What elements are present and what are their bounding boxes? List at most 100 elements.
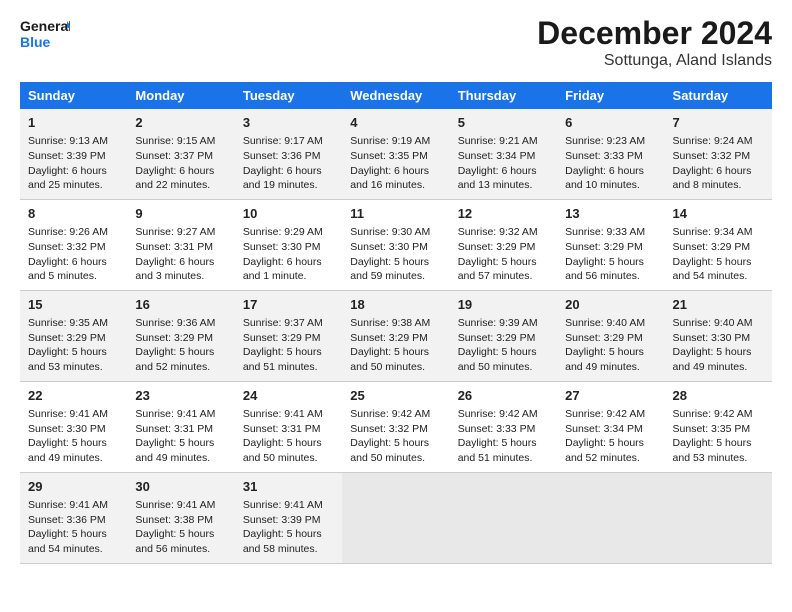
sunset-text: Sunset: 3:37 PM [135,149,226,164]
sunrise-text: Sunrise: 9:42 AM [673,407,764,422]
col-sunday: Sunday [20,82,127,109]
svg-text:General: General [20,18,70,34]
day-number: 16 [135,296,226,314]
sunrise-text: Sunrise: 9:41 AM [135,407,226,422]
page-header: General Blue December 2024 Sottunga, Ala… [20,15,772,70]
daylight-text: Daylight: 6 hours and 3 minutes. [135,255,226,284]
sunset-text: Sunset: 3:30 PM [673,331,764,346]
logo: General Blue [20,15,70,55]
daylight-text: Daylight: 5 hours and 57 minutes. [458,255,549,284]
col-thursday: Thursday [450,82,557,109]
sunrise-text: Sunrise: 9:30 AM [350,225,441,240]
daylight-text: Daylight: 5 hours and 59 minutes. [350,255,441,284]
calendar-cell: 18Sunrise: 9:38 AMSunset: 3:29 PMDayligh… [342,290,449,381]
calendar-cell: 8Sunrise: 9:26 AMSunset: 3:32 PMDaylight… [20,199,127,290]
logo-svg: General Blue [20,15,70,55]
calendar-cell: 14Sunrise: 9:34 AMSunset: 3:29 PMDayligh… [665,199,772,290]
daylight-text: Daylight: 5 hours and 50 minutes. [350,345,441,374]
col-tuesday: Tuesday [235,82,342,109]
col-friday: Friday [557,82,664,109]
sunrise-text: Sunrise: 9:23 AM [565,134,656,149]
calendar-cell [450,472,557,563]
sunrise-text: Sunrise: 9:17 AM [243,134,334,149]
sunset-text: Sunset: 3:32 PM [28,240,119,255]
daylight-text: Daylight: 5 hours and 50 minutes. [458,345,549,374]
calendar-cell: 6Sunrise: 9:23 AMSunset: 3:33 PMDaylight… [557,109,664,199]
week-row: 15Sunrise: 9:35 AMSunset: 3:29 PMDayligh… [20,290,772,381]
sunrise-text: Sunrise: 9:38 AM [350,316,441,331]
location-title: Sottunga, Aland Islands [537,52,772,70]
sunset-text: Sunset: 3:34 PM [458,149,549,164]
daylight-text: Daylight: 6 hours and 13 minutes. [458,164,549,193]
calendar-cell: 17Sunrise: 9:37 AMSunset: 3:29 PMDayligh… [235,290,342,381]
calendar-cell: 23Sunrise: 9:41 AMSunset: 3:31 PMDayligh… [127,381,234,472]
sunset-text: Sunset: 3:31 PM [135,422,226,437]
calendar-cell: 15Sunrise: 9:35 AMSunset: 3:29 PMDayligh… [20,290,127,381]
sunset-text: Sunset: 3:29 PM [28,331,119,346]
day-number: 11 [350,205,441,223]
col-saturday: Saturday [665,82,772,109]
daylight-text: Daylight: 5 hours and 54 minutes. [28,527,119,556]
daylight-text: Daylight: 5 hours and 58 minutes. [243,527,334,556]
calendar-cell: 7Sunrise: 9:24 AMSunset: 3:32 PMDaylight… [665,109,772,199]
sunrise-text: Sunrise: 9:24 AM [673,134,764,149]
week-row: 8Sunrise: 9:26 AMSunset: 3:32 PMDaylight… [20,199,772,290]
day-number: 4 [350,114,441,132]
sunrise-text: Sunrise: 9:13 AM [28,134,119,149]
svg-text:Blue: Blue [20,34,51,50]
sunrise-text: Sunrise: 9:37 AM [243,316,334,331]
calendar-table: Sunday Monday Tuesday Wednesday Thursday… [20,82,772,564]
day-number: 23 [135,387,226,405]
calendar-cell: 22Sunrise: 9:41 AMSunset: 3:30 PMDayligh… [20,381,127,472]
daylight-text: Daylight: 6 hours and 1 minute. [243,255,334,284]
sunset-text: Sunset: 3:32 PM [350,422,441,437]
sunrise-text: Sunrise: 9:41 AM [135,498,226,513]
calendar-cell: 27Sunrise: 9:42 AMSunset: 3:34 PMDayligh… [557,381,664,472]
day-number: 7 [673,114,764,132]
title-block: December 2024 Sottunga, Aland Islands [537,15,772,70]
day-number: 28 [673,387,764,405]
sunrise-text: Sunrise: 9:42 AM [458,407,549,422]
calendar-cell: 5 Sunrise: 9:21 AMSunset: 3:34 PMDaylight… [450,109,557,199]
sunrise-text: Sunrise: 9:40 AM [565,316,656,331]
sunset-text: Sunset: 3:36 PM [28,513,119,528]
sunrise-text: Sunrise: 9:26 AM [28,225,119,240]
daylight-text: Daylight: 5 hours and 49 minutes. [28,436,119,465]
sunrise-text: Sunrise: 9:41 AM [28,498,119,513]
calendar-cell: 20Sunrise: 9:40 AMSunset: 3:29 PMDayligh… [557,290,664,381]
sunrise-text: Sunrise: 9:33 AM [565,225,656,240]
sunset-text: Sunset: 3:35 PM [673,422,764,437]
calendar-cell [665,472,772,563]
daylight-text: Daylight: 5 hours and 50 minutes. [243,436,334,465]
sunrise-text: Sunrise: 9:42 AM [350,407,441,422]
week-row: 29Sunrise: 9:41 AMSunset: 3:36 PMDayligh… [20,472,772,563]
daylight-text: Daylight: 5 hours and 49 minutes. [673,345,764,374]
day-number: 22 [28,387,119,405]
day-number: 3 [243,114,334,132]
sunset-text: Sunset: 3:31 PM [135,240,226,255]
day-number: 1 [28,114,119,132]
day-number: 14 [673,205,764,223]
sunset-text: Sunset: 3:29 PM [458,240,549,255]
day-number: 21 [673,296,764,314]
sunrise-text: Sunrise: 9:36 AM [135,316,226,331]
daylight-text: Daylight: 5 hours and 51 minutes. [458,436,549,465]
day-number: 25 [350,387,441,405]
day-number: 5 [458,114,549,132]
sunrise-text: Sunrise: 9:21 AM [458,134,549,149]
daylight-text: Daylight: 5 hours and 54 minutes. [673,255,764,284]
daylight-text: Daylight: 5 hours and 53 minutes. [28,345,119,374]
calendar-cell: 16Sunrise: 9:36 AMSunset: 3:29 PMDayligh… [127,290,234,381]
sunset-text: Sunset: 3:29 PM [565,240,656,255]
sunset-text: Sunset: 3:29 PM [135,331,226,346]
sunrise-text: Sunrise: 9:40 AM [673,316,764,331]
month-title: December 2024 [537,15,772,52]
sunset-text: Sunset: 3:30 PM [243,240,334,255]
daylight-text: Daylight: 5 hours and 56 minutes. [135,527,226,556]
day-number: 29 [28,478,119,496]
daylight-text: Daylight: 5 hours and 50 minutes. [350,436,441,465]
day-number: 24 [243,387,334,405]
day-number: 12 [458,205,549,223]
day-number: 20 [565,296,656,314]
sunrise-text: Sunrise: 9:29 AM [243,225,334,240]
